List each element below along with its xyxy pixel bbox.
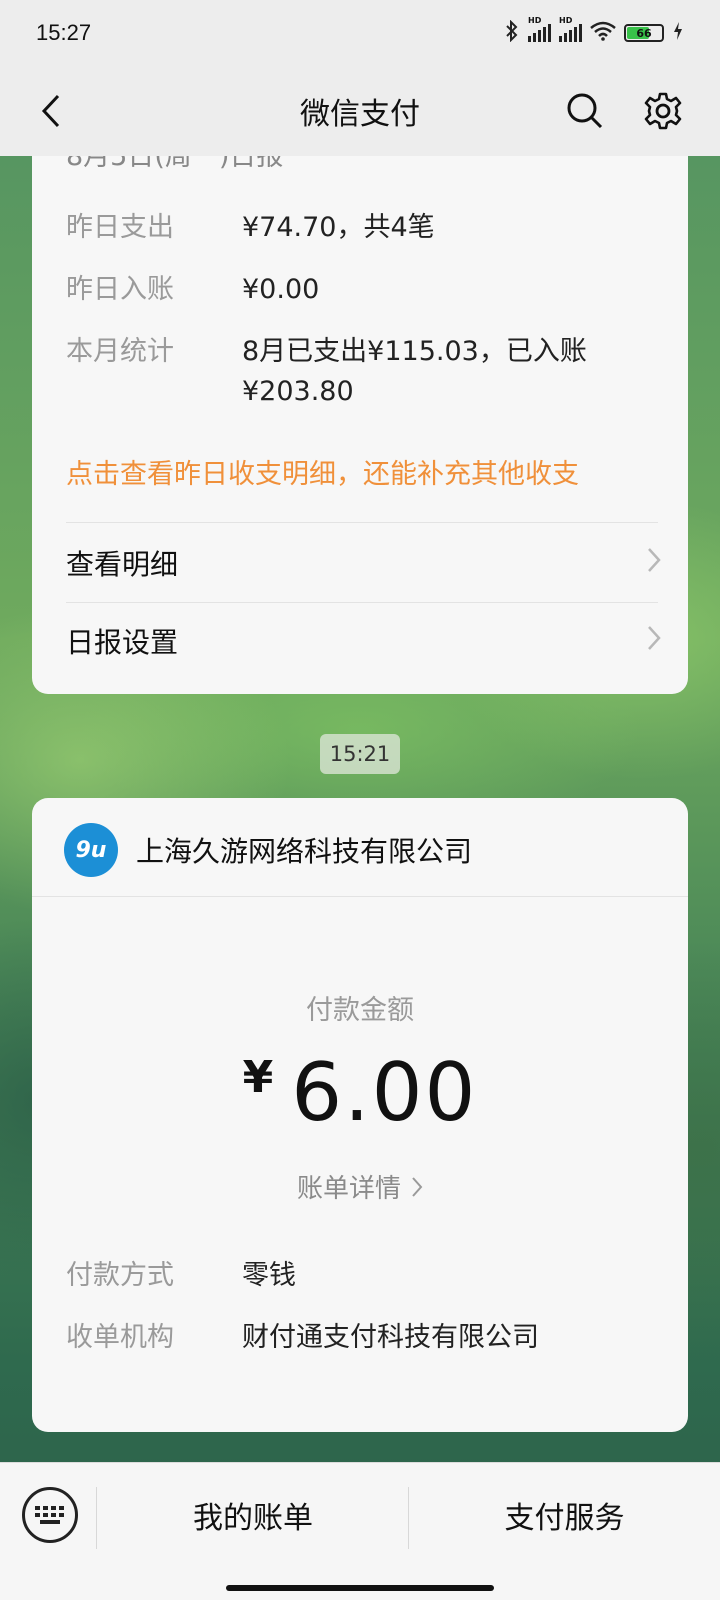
signal-icon-2: HD — [559, 16, 582, 42]
row-label: 本月统计 — [66, 336, 174, 367]
page-title: 微信支付 — [300, 97, 420, 132]
message-timestamp: 15:21 — [320, 734, 400, 774]
signal-icon: HD — [528, 16, 551, 42]
charging-icon — [672, 21, 684, 46]
divider — [66, 522, 658, 523]
payment-method-row: 付款方式 零钱 — [66, 1256, 662, 1296]
status-time: 15:27 — [36, 20, 92, 45]
keyboard-icon — [35, 1506, 64, 1524]
row-value: 8月已支出¥115.03，已入账¥203.80 — [242, 336, 587, 407]
currency-symbol: ¥ — [242, 1052, 274, 1103]
chevron-right-icon — [646, 546, 662, 581]
bluetooth-icon — [504, 19, 520, 47]
wifi-icon — [590, 21, 616, 46]
keyboard-toggle-button[interactable] — [22, 1487, 78, 1543]
status-icons: HD HD 66 — [504, 16, 684, 47]
search-button[interactable] — [560, 86, 610, 136]
report-row-expense: 昨日支出 ¥74.70，共4笔 — [66, 208, 662, 248]
bill-details-label: 账单详情 — [296, 1174, 401, 1204]
report-tip[interactable]: 点击查看昨日收支明细，还能补充其他收支 — [66, 452, 579, 491]
amount-label: 付款金额 — [306, 995, 414, 1026]
row-value: ¥74.70，共4笔 — [242, 212, 435, 243]
tab-my-bills[interactable]: 我的账单 — [97, 1485, 409, 1545]
gear-icon — [644, 92, 682, 130]
search-icon — [567, 93, 603, 129]
report-row-month: 本月统计 8月已支出¥115.03，已入账¥203.80 — [66, 332, 662, 412]
bill-details-link[interactable]: 账单详情 — [32, 1168, 688, 1205]
amount-value: 6.00 — [291, 1046, 478, 1139]
tab-payment-services[interactable]: 支付服务 — [409, 1485, 720, 1545]
link-label: 日报设置 — [66, 626, 179, 659]
acquirer-row: 收单机构 财付通支付科技有限公司 — [66, 1318, 662, 1358]
payment-amount: ¥6.00 — [32, 1046, 688, 1139]
settings-button[interactable] — [638, 86, 688, 136]
report-settings-link[interactable]: 日报设置 — [66, 602, 662, 680]
status-bar: 15:27 HD HD 66 — [0, 0, 720, 66]
chevron-right-icon — [646, 624, 662, 659]
row-label: 收单机构 — [66, 1322, 174, 1353]
battery-icon: 66 — [624, 24, 664, 42]
daily-report-card[interactable]: 8月5日(周一)日报 昨日支出 ¥74.70，共4笔 昨日入账 ¥0.00 本月… — [32, 120, 688, 694]
row-value: ¥0.00 — [242, 274, 320, 305]
row-label: 付款方式 — [66, 1260, 174, 1291]
merchant-logo: 9u — [64, 823, 118, 877]
nav-bar: 微信支付 — [0, 66, 720, 156]
payment-card[interactable]: 9u 上海久游网络科技有限公司 付款金额 ¥6.00 账单详情 付款方式 零钱 … — [32, 798, 688, 1432]
merchant-name: 上海久游网络科技有限公司 — [136, 835, 473, 868]
merchant-header: 9u 上海久游网络科技有限公司 — [64, 822, 472, 878]
back-button[interactable] — [26, 86, 76, 136]
row-value: 财付通支付科技有限公司 — [242, 1322, 539, 1353]
divider — [32, 896, 688, 897]
home-indicator[interactable] — [226, 1585, 494, 1591]
row-label: 昨日支出 — [66, 212, 174, 243]
battery-level: 66 — [636, 26, 652, 40]
report-row-income: 昨日入账 ¥0.00 — [66, 270, 662, 310]
bottom-menu-bar: 我的账单 支付服务 — [0, 1462, 720, 1600]
view-details-link[interactable]: 查看明细 — [66, 524, 662, 602]
link-label: 查看明细 — [66, 548, 179, 581]
back-arrow-icon — [41, 94, 60, 128]
row-value: 零钱 — [242, 1260, 296, 1291]
chevron-right-icon — [412, 1176, 423, 1197]
row-label: 昨日入账 — [66, 274, 174, 305]
